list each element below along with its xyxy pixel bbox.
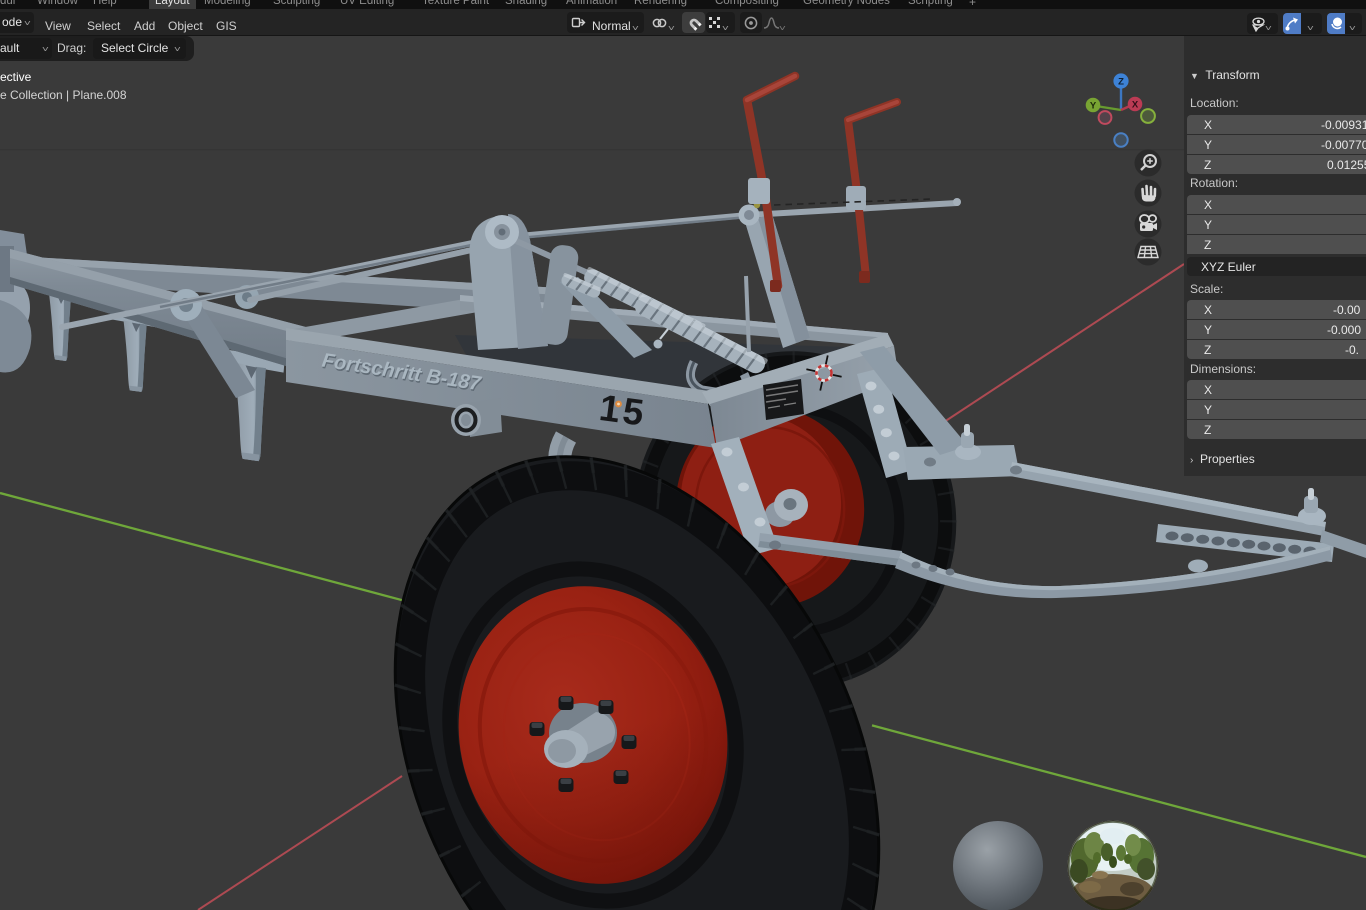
svg-text:ective: ective <box>0 70 32 84</box>
svg-text:15: 15 <box>597 387 649 434</box>
svg-text:e Collection | Plane.008: e Collection | Plane.008 <box>0 88 127 102</box>
svg-text:Y: Y <box>1090 101 1097 112</box>
svg-text:Z: Z <box>1118 77 1124 88</box>
svg-text:X: X <box>1132 100 1139 111</box>
